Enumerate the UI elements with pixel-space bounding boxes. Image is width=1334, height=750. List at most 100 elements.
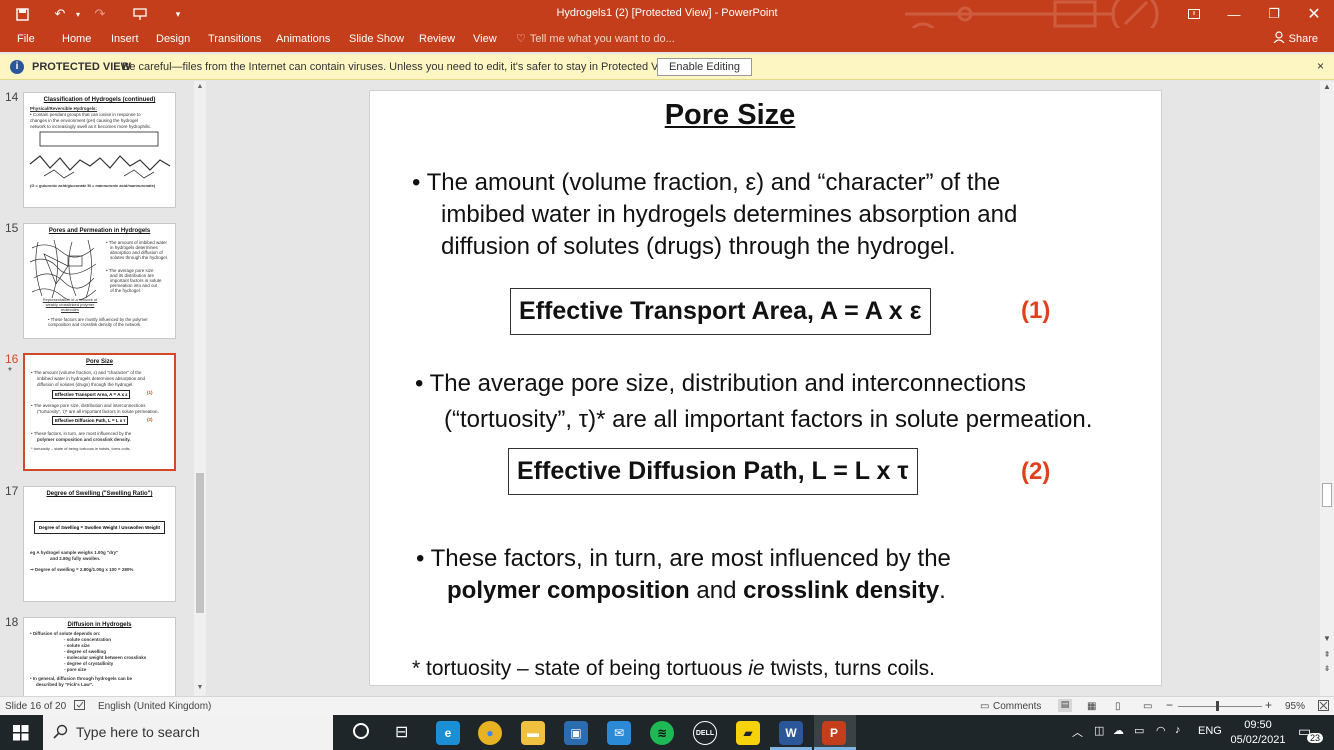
tortuosity-footnote: * tortuosity – state of being tortuous i…	[412, 657, 935, 681]
lightbulb-icon: ♡	[516, 33, 526, 45]
sticky-notes-icon[interactable]: ▰	[736, 721, 760, 745]
word-icon[interactable]: W	[779, 721, 803, 745]
effective-transport-area-box: Effective Transport Area, A = A x ε	[510, 288, 931, 335]
scrollbar-thumb[interactable]	[196, 473, 204, 613]
thumbnail-line: and 2.80g fully swollen.	[50, 556, 101, 561]
thumbnail-slide-18[interactable]: Diffusion in Hydrogels • Diffusion of so…	[23, 617, 176, 696]
thumbnail-slide-14[interactable]: Classification of Hydrogels (continued) …	[23, 92, 176, 208]
comments-icon[interactable]: ▭	[980, 701, 989, 712]
equation-number-2: (2)	[1021, 458, 1051, 485]
thumbnail-line: - degree of swelling	[64, 649, 107, 654]
tab-animations[interactable]: Animations	[276, 32, 330, 50]
store-icon[interactable]: ▣	[564, 721, 588, 745]
battery-icon[interactable]: ▭	[1134, 724, 1144, 737]
thumbnail-slide-16[interactable]: Pore Size • The amount (volume fraction,…	[23, 353, 176, 471]
volume-icon[interactable]: ♪	[1175, 724, 1181, 736]
thumbnail-number: 17	[5, 484, 19, 498]
thumbnail-slide-15[interactable]: Pores and Permeation in Hydrogels • The …	[23, 223, 176, 339]
edge-icon[interactable]: e	[436, 721, 460, 745]
zoom-level[interactable]: 95%	[1285, 701, 1305, 712]
spelling-icon[interactable]	[74, 700, 86, 714]
tell-me-box[interactable]: ♡ Tell me what you want to do...	[516, 32, 675, 46]
thumbnail-title: Degree of Swelling ("Swelling Ratio")	[46, 491, 153, 497]
reading-view-icon[interactable]: ▯	[1115, 701, 1121, 712]
ribbon-display-icon[interactable]	[1174, 0, 1214, 28]
fit-to-window-icon[interactable]	[1318, 700, 1329, 714]
effective-diffusion-path-box: Effective Diffusion Path, L = L x τ	[508, 448, 918, 495]
footnote-pre: * tortuosity – state of being tortuous	[412, 657, 749, 680]
close-icon[interactable]: ✕	[1294, 0, 1334, 28]
normal-view-icon[interactable]: ▤	[1058, 699, 1072, 712]
and-text: and	[689, 577, 744, 604]
task-view-icon[interactable]: ⊟	[395, 722, 408, 742]
taskbar-clock[interactable]: 09:50 05/02/2021	[1228, 718, 1288, 748]
tab-file[interactable]: File	[17, 32, 35, 50]
tab-design[interactable]: Design	[156, 32, 190, 50]
thumbnail-line: • The average pore size, distribution an…	[31, 403, 146, 408]
tab-home[interactable]: Home	[62, 32, 91, 50]
taskbar-search-box[interactable]: Type here to search	[43, 715, 333, 750]
share-button[interactable]: Share	[1273, 31, 1318, 46]
thumbnail-footer: (G = guluronic acid/gluconate M = mannur…	[30, 183, 156, 188]
next-slide-icon[interactable]: ⇟	[1320, 664, 1334, 673]
dell-icon[interactable]: DELL	[693, 721, 717, 745]
protected-view-label: PROTECTED VIEW	[32, 61, 132, 73]
thumbnail-line: • Contain pendant groups that can ionise…	[30, 112, 141, 117]
slide-editor-area: Pore Size • The amount (volume fraction,…	[208, 81, 1320, 696]
thumbnail-line: - pore size	[64, 667, 87, 672]
previous-slide-icon[interactable]: ⇞	[1320, 650, 1334, 659]
period-text: .	[939, 577, 946, 604]
show-hidden-icons-icon[interactable]: ︿	[1072, 724, 1083, 740]
scroll-down-icon[interactable]: ▼	[1320, 634, 1334, 643]
slide-show-icon[interactable]: ▭	[1143, 701, 1152, 712]
current-slide[interactable]: Pore Size • The amount (volume fraction,…	[369, 90, 1162, 686]
thumbnail-slide-17[interactable]: Degree of Swelling ("Swelling Ratio") De…	[23, 486, 176, 602]
mail-icon[interactable]: ✉	[607, 721, 631, 745]
comments-button[interactable]: Comments	[993, 701, 1041, 712]
thumbnail-line: eg A hydrogel sample weighs 1.00g "dry"	[30, 550, 119, 555]
slide-sorter-icon[interactable]: ▦	[1087, 701, 1096, 712]
meet-now-icon[interactable]: ◫	[1094, 724, 1104, 737]
windows-start-icon[interactable]	[13, 725, 29, 746]
thumbnail-footer: • These factors are mostly influenced by…	[48, 317, 148, 327]
powerpoint-icon[interactable]: P	[822, 721, 846, 745]
spotify-icon[interactable]: ≋	[650, 721, 674, 745]
tab-insert[interactable]: Insert	[111, 32, 139, 50]
thumbnail-line: solutes through the hydrogel.	[110, 255, 169, 260]
status-bar: Slide 16 of 20 English (United Kingdom) …	[0, 696, 1334, 715]
zoom-out-icon[interactable]: −	[1166, 698, 1173, 712]
scrollbar-thumb[interactable]	[1322, 483, 1332, 507]
tab-review[interactable]: Review	[419, 32, 455, 50]
thumbnails-scrollbar[interactable]: ▲ ▼	[194, 81, 206, 696]
thumbnail-line: - molecular weight between crosslinks	[64, 655, 147, 660]
language-indicator[interactable]: English (United Kingdom)	[98, 701, 211, 712]
file-explorer-icon[interactable]: ▬	[521, 721, 545, 745]
scroll-up-icon[interactable]: ▲	[1320, 82, 1334, 91]
zoom-slider-handle[interactable]	[1216, 701, 1219, 711]
wifi-icon[interactable]: ◠	[1156, 724, 1166, 737]
onedrive-icon[interactable]: ☁	[1113, 724, 1124, 737]
chrome-icon[interactable]: ●	[478, 721, 502, 745]
cortana-icon[interactable]	[353, 723, 369, 739]
tab-transitions[interactable]: Transitions	[208, 32, 261, 50]
banner-close-icon[interactable]: ×	[1317, 59, 1324, 73]
minimize-icon[interactable]: —	[1214, 0, 1254, 28]
thumbnail-box: Degree of Swelling = Swollen Weight / Un…	[34, 521, 165, 534]
enable-editing-button[interactable]: Enable Editing	[657, 58, 752, 76]
bullet-2-line-2: (“tortuosity”, τ)* are all important fac…	[444, 406, 1093, 433]
slide-scrollbar[interactable]: ▲ ▼ ⇞ ⇟	[1320, 81, 1334, 696]
zoom-in-icon[interactable]: +	[1265, 698, 1272, 712]
input-language[interactable]: ENG	[1198, 725, 1222, 737]
clock-date: 05/02/2021	[1230, 734, 1286, 746]
thumbnail-line: imbibed water in hydrogels determines ab…	[37, 376, 146, 381]
tab-slide-show[interactable]: Slide Show	[349, 32, 404, 50]
scroll-down-icon[interactable]: ▼	[194, 682, 206, 694]
thumbnail-line: network to increasingly swell as it beco…	[30, 124, 152, 129]
slide-title: Pore Size	[664, 99, 796, 131]
footnote-italic: ie	[748, 657, 765, 680]
scroll-up-icon[interactable]: ▲	[194, 81, 206, 93]
zoom-slider[interactable]	[1178, 706, 1262, 707]
tab-view[interactable]: View	[473, 32, 497, 50]
thumbnail-box: Effective Transport Area, A = A x ε	[52, 390, 131, 399]
restore-icon[interactable]: ❐	[1254, 0, 1294, 28]
